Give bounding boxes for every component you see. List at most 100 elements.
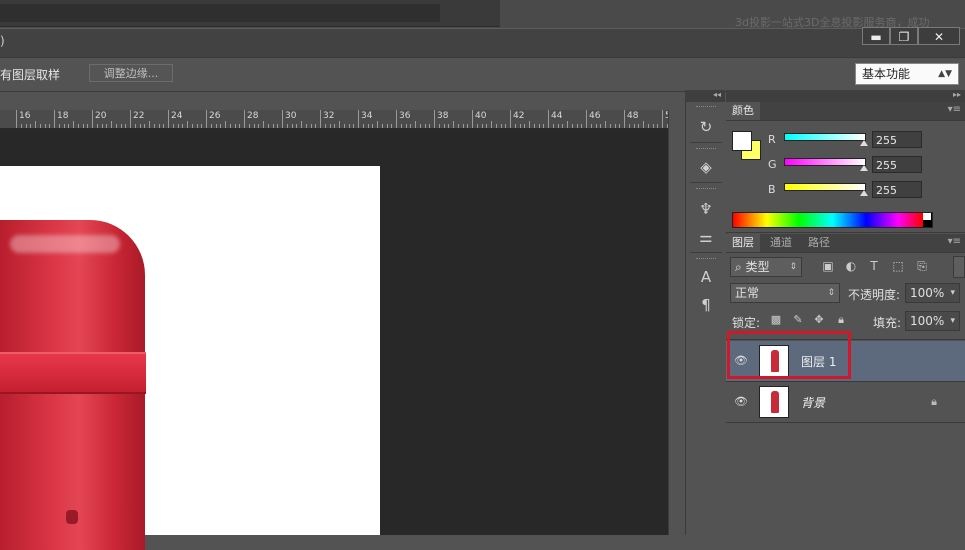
blend-mode-value: 正常 [735,286,760,300]
filter-adjustment-icon[interactable]: ◐ [844,259,858,273]
chevron-down-icon[interactable]: ▾ [950,284,955,302]
refine-edge-button[interactable]: 调整边缘... [89,64,173,82]
ruler-minor-tick [339,121,340,128]
tab-channels[interactable]: 通道 [764,234,798,252]
chevron-down-icon[interactable]: ▾ [950,312,955,330]
ruler-minor-tick [372,124,374,128]
ruler-number: 42 [513,111,525,121]
ruler-minor-tick [87,124,89,128]
filter-smart-object-icon[interactable]: ⎘ [915,259,929,273]
panel-menu-icon[interactable]: ▾≡ [948,236,961,247]
ruler-minor-tick [476,124,478,128]
sample-all-layers-label[interactable]: 有图层取样 [0,66,60,83]
ruler-major-tick [54,110,55,128]
dock-grip[interactable] [696,258,716,261]
filter-pixel-icon[interactable]: ▣ [821,259,835,273]
brush-presets-icon[interactable]: ♆ [696,200,716,218]
restore-button[interactable]: ❐ [890,27,918,45]
channel-r-thumb[interactable] [860,140,868,146]
ruler-minor-tick [500,124,502,128]
ruler-number: 36 [399,111,411,121]
dock-separator [690,252,722,253]
layer-lock-icon: 🔒︎ [931,395,937,408]
ruler-minor-tick [125,124,127,128]
ruler-number: 44 [551,111,563,121]
foreground-color-swatch[interactable] [732,131,752,151]
panel-menu-icon[interactable]: ▾≡ [948,104,961,115]
filter-type-icon[interactable]: T [867,259,881,273]
ruler-minor-tick [348,124,350,128]
lock-image-brush-icon[interactable]: ✎ [792,314,804,326]
layer-filter-select[interactable]: ⌕ 类型 ⇕ [730,257,802,277]
layer-name[interactable]: 背景 [801,394,825,411]
ruler-minor-tick [633,124,635,128]
dock-collapse-button[interactable]: ◂◂ [685,90,725,102]
dock-grip[interactable] [696,188,716,191]
ruler-minor-tick [182,124,184,128]
channel-r-input[interactable]: 255 [872,131,922,148]
channel-g-input[interactable]: 255 [872,156,922,173]
close-button[interactable]: ✕ [918,27,960,45]
canvas-vertical-scrollbar[interactable] [668,110,685,535]
filter-shape-icon[interactable]: ⬚ [891,259,905,273]
ruler-minor-tick [73,121,74,128]
horizontal-ruler[interactable]: 16182022242628303234363840424446485 [0,110,668,129]
properties-3d-icon[interactable]: ◈ [696,158,716,176]
fill-input[interactable]: 100% ▾ [905,311,960,331]
ruler-minor-tick [419,124,421,128]
ruler-minor-tick [486,124,488,128]
channel-b-thumb[interactable] [860,190,868,196]
tab-paths[interactable]: 路径 [802,234,836,252]
tab-layers[interactable]: 图层 [726,234,760,252]
dock-grip[interactable] [696,148,716,151]
ruler-number: 32 [323,111,335,121]
ruler-number: 20 [95,111,107,121]
ruler-minor-tick [462,124,464,128]
opacity-label: 不透明度: [848,288,901,302]
character-icon[interactable]: A [696,268,716,286]
ruler-minor-tick [429,124,431,128]
ruler-minor-tick [187,121,188,128]
dock-separator [690,142,722,143]
adjustments-sliders-icon[interactable]: ⚌ [696,228,716,246]
channel-g-thumb[interactable] [860,165,868,171]
tab-color[interactable]: 颜色 [726,102,760,120]
ruler-number: 34 [361,111,373,121]
color-panel: 颜色 ▾≡ R 255 G 255 B 255 [726,102,965,233]
lock-all-icon[interactable]: 🔒︎ [835,314,847,326]
color-spectrum-ramp[interactable] [732,212,933,228]
channel-r-slider[interactable] [784,133,866,141]
ruler-major-tick [662,110,663,128]
ruler-minor-tick [291,124,293,128]
thermos-image-logo [66,510,78,524]
ruler-major-tick [586,110,587,128]
opacity-input[interactable]: 100% ▾ [905,283,960,303]
dock-grip[interactable] [696,106,716,109]
lock-position-move-icon[interactable]: ✥ [813,314,825,326]
layer-row-background[interactable]: 👁︎ 背景 🔒︎ [726,382,965,423]
paragraph-icon[interactable]: ¶ [696,296,716,314]
panels-collapse-button[interactable]: ▸▸ [726,90,965,102]
title-text: ) [0,34,5,48]
ruler-major-tick [320,110,321,128]
ruler-minor-tick [201,124,203,128]
channel-g-slider[interactable] [784,158,866,166]
ruler-minor-tick [595,124,597,128]
channel-b-slider[interactable] [784,183,866,191]
history-icon[interactable]: ↻ [696,118,716,136]
workspace-select[interactable]: 基本功能 ▲▼ [855,63,959,85]
ruler-minor-tick [329,124,331,128]
chevron-updown-icon: ▲▼ [938,69,952,79]
ruler-minor-tick [367,124,369,128]
layers-panel-scrollbar[interactable] [953,256,965,278]
blend-mode-select[interactable]: 正常 ⇕ [730,283,840,303]
eye-visibility-icon[interactable]: 👁︎ [734,395,748,409]
channel-b-input[interactable]: 255 [872,181,922,198]
layer-filter-value: 类型 [745,260,770,274]
black-white-ramp[interactable] [923,213,931,227]
ruler-major-tick [244,110,245,128]
ruler-minor-tick [39,124,41,128]
minimize-button[interactable]: ▬ [862,27,890,45]
lock-transparent-icon[interactable]: ▩ [770,314,782,326]
ruler-minor-tick [415,121,416,128]
